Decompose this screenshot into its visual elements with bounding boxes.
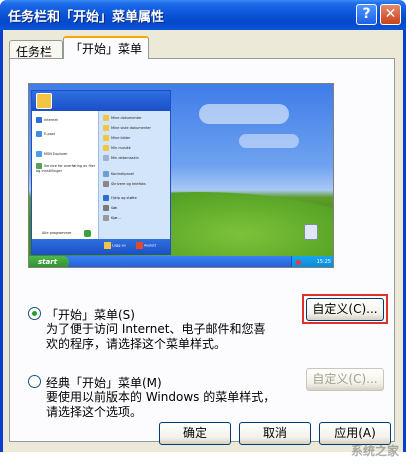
help-button[interactable]: ? bbox=[356, 4, 377, 25]
dialog-client: 任务栏 「开始」菜单 Internet E-post MSN Explorer … bbox=[3, 30, 403, 458]
preview-taskbar: start 15:25 bbox=[29, 256, 333, 267]
folder-icon bbox=[103, 125, 109, 131]
preview-start-menu-header bbox=[32, 91, 170, 111]
folder-icon bbox=[103, 115, 109, 121]
preview-turnoff: Avslutt bbox=[136, 242, 156, 249]
run-icon bbox=[103, 215, 109, 221]
avatar bbox=[36, 93, 52, 109]
start-menu-radio[interactable] bbox=[28, 307, 41, 320]
preview-left-column: Internet E-post MSN Explorer Service for… bbox=[32, 111, 98, 239]
classic-menu-description-line1: 要使用以前版本的 Windows 的菜单样式， bbox=[46, 390, 276, 404]
tab-panel: Internet E-post MSN Explorer Service for… bbox=[9, 58, 395, 442]
title-bar[interactable]: 任务栏和「开始」菜单属性 ? ✕ bbox=[0, 0, 406, 30]
classic-menu-radio[interactable] bbox=[28, 375, 41, 388]
email-icon bbox=[36, 131, 42, 137]
preview-tray: 15:25 bbox=[291, 256, 333, 267]
close-icon: ✕ bbox=[384, 6, 397, 22]
classic-menu-label[interactable]: 经典「开始」菜单(M) bbox=[46, 374, 162, 391]
start-menu-label[interactable]: 「开始」菜单(S) bbox=[46, 306, 135, 323]
start-menu-description-line2: 欢的程序，请选择这个菜单样式。 bbox=[46, 337, 227, 351]
ok-button[interactable]: 确定 bbox=[159, 422, 231, 445]
preview-cloud bbox=[199, 104, 289, 124]
preview-menu-item: Mine dokumenter bbox=[103, 115, 142, 121]
close-button[interactable]: ✕ bbox=[380, 4, 401, 25]
watermark: 系统之家 bbox=[350, 444, 399, 458]
preview-menu-item: Hjelp og støtte bbox=[103, 195, 137, 201]
properties-dialog: 任务栏和「开始」菜单属性 ? ✕ 任务栏 「开始」菜单 Internet E-p… bbox=[0, 0, 406, 458]
search-icon bbox=[103, 205, 109, 211]
preview-menu-item: Min musikk bbox=[103, 145, 131, 151]
preview-cloud bbox=[239, 134, 299, 148]
internet-icon bbox=[36, 117, 42, 123]
tab-start-menu[interactable]: 「开始」菜单 bbox=[63, 36, 149, 59]
start-menu-preview: Internet E-post MSN Explorer Service for… bbox=[28, 83, 334, 268]
preview-clock: 15:25 bbox=[316, 259, 331, 265]
customize-start-menu-button[interactable]: 自定义(C)... bbox=[306, 298, 384, 321]
tray-icon bbox=[296, 260, 301, 265]
power-icon bbox=[136, 242, 143, 249]
folder-icon bbox=[103, 145, 109, 151]
arrow-right-icon bbox=[84, 230, 91, 237]
folder-icon bbox=[103, 135, 109, 141]
preview-menu-item: Skrivere og telefaks bbox=[103, 181, 146, 187]
help-icon bbox=[103, 195, 109, 201]
help-icon: ? bbox=[362, 6, 371, 22]
preview-all-programs: Alle programmer bbox=[42, 231, 72, 235]
msn-icon bbox=[36, 151, 42, 157]
preview-right-column: Mine dokumenter Mine siste dokumenter Mi… bbox=[98, 111, 170, 239]
preview-menu-item: E-post bbox=[36, 131, 55, 137]
preview-menu-item: Kjør... bbox=[103, 215, 121, 221]
preview-start-menu: Internet E-post MSN Explorer Service for… bbox=[31, 90, 171, 255]
preview-menu-item: Min datamaskin bbox=[103, 155, 139, 161]
preview-start-button: start bbox=[29, 256, 69, 267]
preview-menu-item: Mine siste dokumenter bbox=[103, 125, 151, 131]
preview-menu-item: Søk bbox=[103, 205, 117, 211]
start-menu-description-line1: 为了便于访问 Internet、电子邮件和您喜 bbox=[46, 322, 266, 336]
control-panel-icon bbox=[103, 171, 109, 177]
preview-menu-item: Service for overføring av filer og innst… bbox=[36, 163, 96, 173]
preview-menu-item: Mine bilder bbox=[103, 135, 130, 141]
preview-menu-item: Kontrollpanel bbox=[103, 171, 134, 177]
tab-taskbar[interactable]: 任务栏 bbox=[9, 40, 63, 59]
window-title: 任务栏和「开始」菜单属性 bbox=[8, 10, 165, 25]
computer-icon bbox=[103, 155, 109, 161]
preview-logoff: Logg av bbox=[104, 242, 126, 249]
classic-menu-description-line2: 请选择这个选项。 bbox=[46, 405, 143, 419]
preview-menu-item: MSN Explorer bbox=[36, 151, 68, 157]
recycle-bin-icon bbox=[304, 224, 318, 240]
preview-menu-item: Internet bbox=[36, 117, 58, 123]
printer-icon bbox=[103, 181, 109, 187]
logoff-icon bbox=[104, 242, 111, 249]
customize-classic-menu-button[interactable]: 自定义(C)... bbox=[306, 368, 384, 391]
